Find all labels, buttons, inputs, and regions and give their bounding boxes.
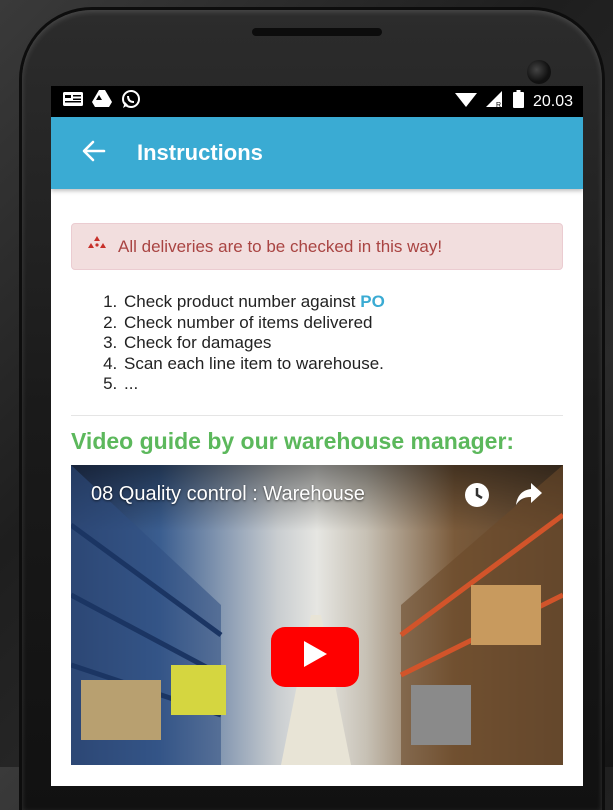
svg-text:R: R [496,102,501,108]
card-icon [63,92,83,111]
list-item: ... [122,374,563,395]
main-content: All deliveries are to be checked in this… [51,189,583,765]
share-icon[interactable] [515,481,543,514]
phone-speaker [252,28,382,36]
status-bar: R 20.03 [51,86,583,117]
page-title: Instructions [137,140,263,165]
arrow-left-icon [82,140,106,167]
po-link[interactable]: PO [360,292,385,311]
status-time: 20.03 [532,92,573,110]
instructions-list: Check product number against PO Check nu… [71,292,563,395]
back-button[interactable] [51,140,137,167]
signal-icon: R [485,90,504,113]
list-item: Check product number against PO [122,292,563,313]
video-heading: Video guide by our warehouse manager: [71,427,515,454]
divider [71,414,563,416]
play-icon [302,640,328,673]
app-bar: Instructions [51,117,583,189]
play-button[interactable] [271,626,359,687]
drive-icon [92,90,112,113]
alert-text: All deliveries are to be checked in this… [118,236,443,256]
whatsapp-icon [121,89,141,114]
warning-alert: All deliveries are to be checked in this… [71,223,563,270]
list-item: Scan each line item to warehouse. [122,354,563,375]
video-player[interactable]: 08 Quality control : Warehouse [71,464,563,765]
battery-icon [512,90,524,113]
clock-icon[interactable] [463,481,491,514]
phone-screen: R 20.03 Instructions All deliveries are … [51,86,583,786]
radiation-icon [88,236,106,257]
list-item: Check number of items delivered [122,313,563,334]
step-text: Check product number against [124,292,361,311]
wifi-icon [454,91,477,113]
phone-camera [527,60,551,84]
list-item: Check for damages [122,333,563,354]
video-title: 08 Quality control : Warehouse [91,482,365,505]
